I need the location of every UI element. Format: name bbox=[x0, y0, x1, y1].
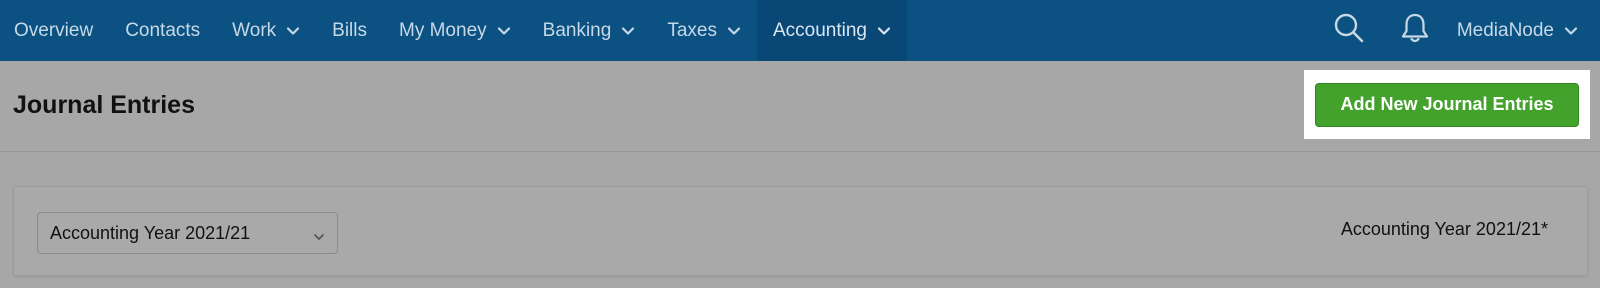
search-button[interactable] bbox=[1329, 0, 1369, 61]
add-journal-entries-button[interactable]: Add New Journal Entries bbox=[1315, 82, 1579, 127]
chevron-down-icon bbox=[1564, 24, 1578, 38]
page-title: Journal Entries bbox=[13, 91, 195, 119]
nav-item-overview[interactable]: Overview bbox=[0, 0, 109, 61]
user-name: MediaNode bbox=[1456, 19, 1554, 41]
nav-item-my-money[interactable]: My Money bbox=[383, 0, 527, 61]
nav-actions: MediaNode bbox=[1329, 0, 1600, 61]
chevron-down-icon bbox=[313, 227, 325, 248]
nav-item-label: Overview bbox=[14, 19, 94, 41]
nav-item-label: Work bbox=[232, 19, 277, 41]
nav-item-label: Taxes bbox=[667, 19, 717, 41]
chevron-down-icon bbox=[286, 24, 300, 38]
nav-item-bills[interactable]: Bills bbox=[316, 0, 383, 61]
nav-item-taxes[interactable]: Taxes bbox=[651, 0, 757, 61]
nav-item-accounting[interactable]: Accounting bbox=[756, 0, 907, 61]
top-navigation: Overview Contacts Work Bills My Money Ba… bbox=[0, 0, 1600, 61]
nav-item-label: Banking bbox=[542, 19, 612, 41]
nav-item-work[interactable]: Work bbox=[216, 0, 316, 61]
nav-item-banking[interactable]: Banking bbox=[527, 0, 652, 61]
nav-item-contacts[interactable]: Contacts bbox=[109, 0, 216, 61]
notifications-button[interactable] bbox=[1395, 0, 1435, 61]
accounting-year-select[interactable]: Accounting Year 2021/21 bbox=[37, 212, 338, 254]
user-menu[interactable]: MediaNode bbox=[1457, 0, 1600, 61]
search-icon bbox=[1333, 12, 1365, 49]
nav-item-label: My Money bbox=[399, 19, 487, 41]
current-accounting-year-label: Accounting Year 2021/21* bbox=[1340, 219, 1548, 239]
chevron-down-icon bbox=[877, 24, 891, 38]
accounting-year-selected-value: Accounting Year 2021/21 bbox=[50, 222, 251, 243]
chevron-down-icon bbox=[727, 24, 741, 38]
main-menu: Overview Contacts Work Bills My Money Ba… bbox=[0, 0, 907, 61]
nav-item-label: Contacts bbox=[125, 19, 201, 41]
add-button-highlight: Add New Journal Entries bbox=[1304, 70, 1590, 139]
nav-item-label: Accounting bbox=[772, 19, 867, 41]
chevron-down-icon bbox=[621, 24, 635, 38]
filter-panel: Accounting Year 2021/21 Accounting Year … bbox=[13, 186, 1588, 276]
page-header: Journal Entries Add New Journal Entries bbox=[0, 61, 1600, 152]
bell-icon bbox=[1400, 12, 1430, 49]
chevron-down-icon bbox=[497, 24, 511, 38]
nav-item-label: Bills bbox=[332, 19, 367, 41]
